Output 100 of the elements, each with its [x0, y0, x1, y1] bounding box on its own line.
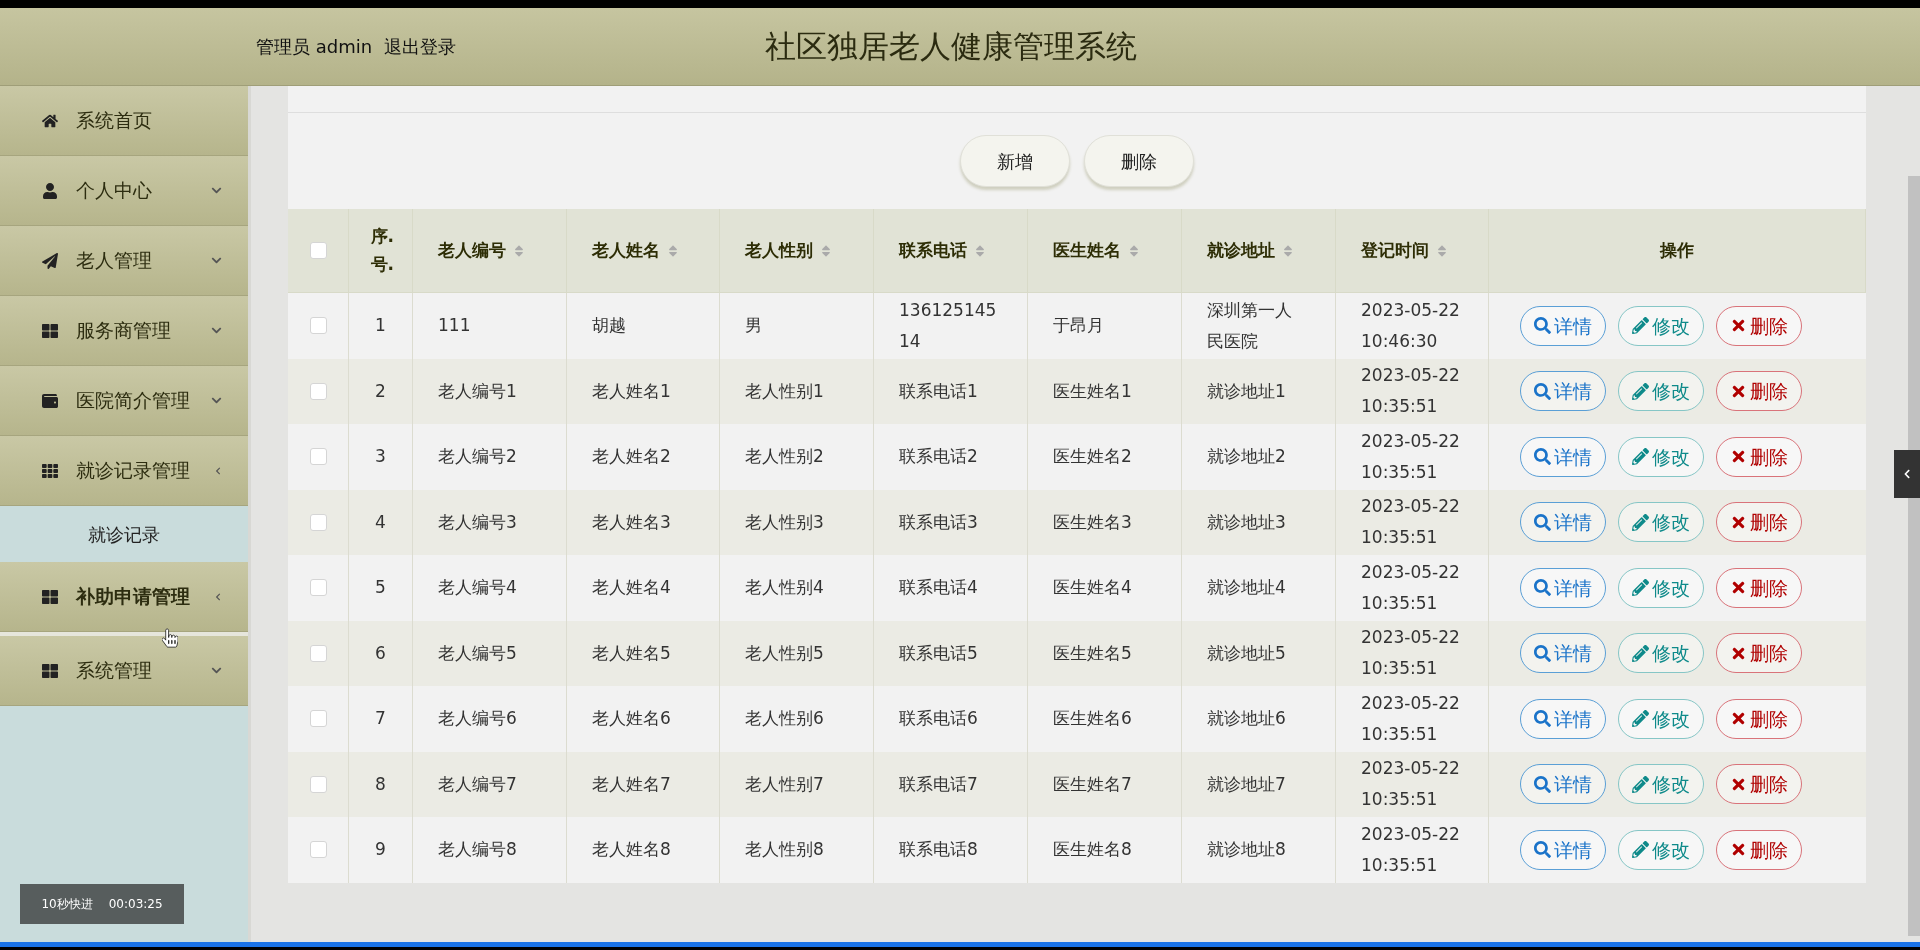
edit-button[interactable]: 修改 [1618, 633, 1704, 674]
table-cell-text: 老人性别5 [745, 641, 824, 665]
column-header[interactable]: 序.号. [370, 223, 391, 278]
system-title: 社区独居老人健康管理系统 [765, 27, 1137, 67]
sort-icon [1283, 243, 1293, 258]
sort-icon [821, 243, 831, 258]
sort-icon [1437, 243, 1447, 258]
sidebar-item[interactable]: 服务商管理 [0, 296, 248, 366]
checkbox[interactable] [309, 579, 327, 597]
table-cell-text: 医生姓名1 [1053, 379, 1132, 403]
table-cell-text: 老人性别1 [745, 379, 824, 403]
column-header[interactable]: 老人性别 [745, 237, 831, 264]
details-button[interactable]: 详情 [1520, 436, 1606, 477]
details-button[interactable]: 详情 [1520, 305, 1606, 346]
sidebar-item[interactable]: 医院简介管理 [0, 366, 248, 436]
column-header[interactable]: 老人编号 [438, 237, 524, 264]
pencil-icon [1632, 644, 1649, 662]
table-cell-text: 老人姓名4 [592, 576, 671, 600]
delete-button[interactable]: 删除 [1716, 633, 1802, 674]
column-header[interactable]: 医生姓名 [1053, 237, 1139, 264]
edit-button[interactable]: 修改 [1618, 829, 1704, 870]
details-button[interactable]: 详情 [1520, 502, 1606, 543]
details-button[interactable]: 详情 [1520, 633, 1606, 674]
details-button[interactable]: 详情 [1520, 764, 1606, 805]
edit-button[interactable]: 修改 [1618, 502, 1704, 543]
table-cell-text: 老人姓名3 [592, 510, 671, 534]
table-cell-text: 9 [375, 838, 386, 862]
sidebar-item[interactable]: 个人中心 [0, 156, 248, 226]
column-header[interactable]: 老人姓名 [592, 237, 678, 264]
add-button[interactable]: 新增 [960, 135, 1070, 187]
checkbox[interactable] [309, 710, 327, 728]
delete-button[interactable]: 删除 [1716, 567, 1802, 608]
column-header[interactable]: 联系电话 [899, 237, 985, 264]
delete-button[interactable]: 删除 [1716, 698, 1802, 739]
table-cell-text: 老人性别3 [745, 510, 824, 534]
checkbox[interactable] [309, 242, 327, 259]
pencil-icon [1632, 317, 1649, 335]
table-cell-text: 5 [375, 576, 386, 600]
table-cell-text: 2 [375, 379, 386, 403]
search-icon [1534, 579, 1551, 597]
sidebar-item[interactable]: 补助申请管理 [0, 562, 248, 632]
table-cell-text: 就诊地址6 [1207, 707, 1286, 731]
details-button[interactable]: 详情 [1520, 829, 1606, 870]
edit-button[interactable]: 修改 [1618, 698, 1704, 739]
edit-button[interactable]: 修改 [1618, 371, 1704, 412]
delete-button[interactable]: 删除 [1716, 305, 1802, 346]
paper-plane-icon [42, 252, 58, 269]
search-icon [1534, 317, 1551, 335]
checkbox[interactable] [309, 382, 327, 400]
table-cell-text: 就诊地址2 [1207, 445, 1286, 469]
table-cell-text: 老人姓名2 [592, 445, 671, 469]
search-icon [1534, 710, 1551, 728]
table-cell-text: 1 [375, 314, 386, 338]
column-header[interactable]: 就诊地址 [1207, 237, 1293, 264]
edit-button[interactable]: 修改 [1618, 567, 1704, 608]
details-button[interactable]: 详情 [1520, 698, 1606, 739]
checkbox[interactable] [309, 513, 327, 531]
search-icon [1534, 513, 1551, 531]
checkbox[interactable] [309, 644, 327, 662]
edit-button[interactable]: 修改 [1618, 764, 1704, 805]
delete-button[interactable]: 删除 [1716, 764, 1802, 805]
table-cell-text: 老人姓名8 [592, 838, 671, 862]
table-cell-text: 就诊地址1 [1207, 379, 1286, 403]
search-icon [1534, 775, 1551, 793]
table-cell-text: 6 [375, 641, 386, 665]
table-cell-text: 3 [375, 445, 386, 469]
delete-button[interactable]: 删除 [1716, 829, 1802, 870]
delete-button[interactable]: 删除 [1716, 371, 1802, 412]
delete-button[interactable]: 删除 [1084, 135, 1194, 187]
checkbox[interactable] [309, 448, 327, 466]
table-cell-text: 男 [745, 314, 762, 338]
table-cell-text: 2023-05-22 10:46:30 [1361, 298, 1461, 353]
sidebar-item[interactable]: 系统管理 [0, 636, 248, 706]
column-header[interactable]: 操作 [1660, 237, 1694, 264]
details-button[interactable]: 详情 [1520, 567, 1606, 608]
table-cell-text: 老人编号5 [438, 641, 517, 665]
grid-icon [42, 588, 58, 605]
logout-link[interactable]: 退出登录 [384, 33, 457, 60]
table-cell-text: 老人编号1 [438, 379, 517, 403]
checkbox[interactable] [309, 775, 327, 793]
chevron-down-icon [211, 665, 222, 676]
column-header[interactable]: 登记时间 [1361, 237, 1447, 264]
side-panel-toggle[interactable] [1894, 450, 1920, 498]
table-cell-text: 联系电话6 [899, 707, 978, 731]
sidebar-item[interactable]: 就诊记录管理 [0, 436, 248, 506]
table-cell-text: 2023-05-22 10:35:51 [1361, 495, 1461, 550]
table-cell-text: 联系电话8 [899, 838, 978, 862]
table-cell-text: 联系电话3 [899, 510, 978, 534]
pencil-icon [1632, 841, 1649, 859]
checkbox[interactable] [309, 317, 327, 335]
checkbox[interactable] [309, 841, 327, 859]
delete-button[interactable]: 删除 [1716, 436, 1802, 477]
details-button[interactable]: 详情 [1520, 371, 1606, 412]
sidebar-item[interactable]: 老人管理 [0, 226, 248, 296]
delete-button[interactable]: 删除 [1716, 502, 1802, 543]
edit-button[interactable]: 修改 [1618, 305, 1704, 346]
edit-button[interactable]: 修改 [1618, 436, 1704, 477]
sidebar-item[interactable]: 系统首页 [0, 86, 248, 156]
pencil-icon [1632, 579, 1649, 597]
user-icon [42, 182, 58, 199]
